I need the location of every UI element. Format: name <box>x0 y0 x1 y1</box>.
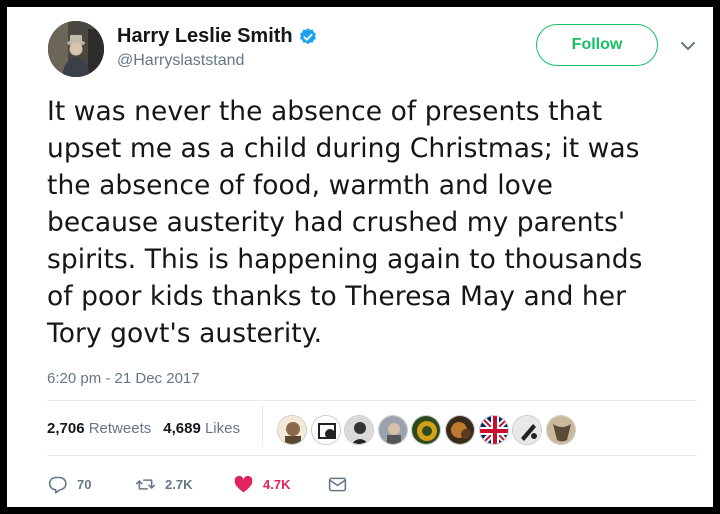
liker-avatar[interactable] <box>512 415 543 445</box>
tweet-actions: 70 2.7K 4.7K <box>47 474 348 495</box>
divider <box>47 400 697 401</box>
chevron-down-icon[interactable] <box>679 37 697 55</box>
tweet-line: It was never the absence of presents tha… <box>47 96 603 127</box>
author-handle[interactable]: @Harryslaststand <box>117 52 244 70</box>
reply-count: 70 <box>77 477 92 492</box>
reply-icon <box>48 476 67 494</box>
liker-avatar[interactable] <box>310 415 341 445</box>
likes-label: Likes <box>204 420 240 437</box>
retweet-icon <box>135 479 156 490</box>
tweet-line: upset me as a child during Christmas; it… <box>47 133 640 164</box>
like-button[interactable]: 4.7K <box>233 474 327 495</box>
tweet-line: the absence of food, warmth and love <box>47 170 553 201</box>
liker-avatar[interactable] <box>478 415 509 445</box>
author-name[interactable]: Harry Leslie Smith <box>117 25 293 48</box>
likes-stat[interactable]: 4,689 Likes <box>163 420 240 437</box>
likes-count: 4,689 <box>163 420 201 437</box>
engagement-stats: 2,706 Retweets 4,689 Likes <box>47 420 252 437</box>
tweet-line: Tory govt's austerity. <box>47 318 323 349</box>
tweet-line: because austerity had crushed my parents… <box>47 207 626 238</box>
retweet-count: 2.7K <box>165 477 193 492</box>
tweet-timestamp[interactable]: 6:20 pm - 21 Dec 2017 <box>47 370 200 387</box>
tweet-text: It was never the absence of presents tha… <box>47 93 697 352</box>
retweet-button[interactable]: 2.7K <box>135 474 233 495</box>
liker-avatar[interactable] <box>344 415 375 445</box>
tweet-line: spirits. This is happening again to thou… <box>47 244 643 275</box>
liker-avatar[interactable] <box>545 415 576 445</box>
follow-button[interactable]: Follow <box>536 24 658 66</box>
verified-badge-icon <box>299 27 316 44</box>
stats-separator <box>262 403 263 447</box>
heart-icon <box>234 475 253 493</box>
retweets-stat[interactable]: 2,706 Retweets <box>47 420 151 437</box>
liker-avatar[interactable] <box>444 415 475 445</box>
retweets-label: Retweets <box>88 420 152 437</box>
liker-avatar[interactable] <box>411 415 442 445</box>
divider <box>47 455 697 456</box>
direct-message-button[interactable] <box>327 474 348 495</box>
like-count: 4.7K <box>263 477 291 492</box>
liker-avatars <box>277 415 579 445</box>
reply-button[interactable]: 70 <box>47 474 135 495</box>
liker-avatar[interactable] <box>277 415 307 445</box>
tweet-line: of poor kids thanks to Theresa May and h… <box>47 281 627 312</box>
avatar[interactable] <box>48 21 104 77</box>
retweets-count: 2,706 <box>47 420 85 437</box>
author-name-row: Harry Leslie Smith <box>117 25 318 48</box>
envelope-icon <box>328 477 347 492</box>
tweet-card: Harry Leslie Smith @Harryslaststand Foll… <box>7 7 713 507</box>
liker-avatar[interactable] <box>377 415 408 445</box>
